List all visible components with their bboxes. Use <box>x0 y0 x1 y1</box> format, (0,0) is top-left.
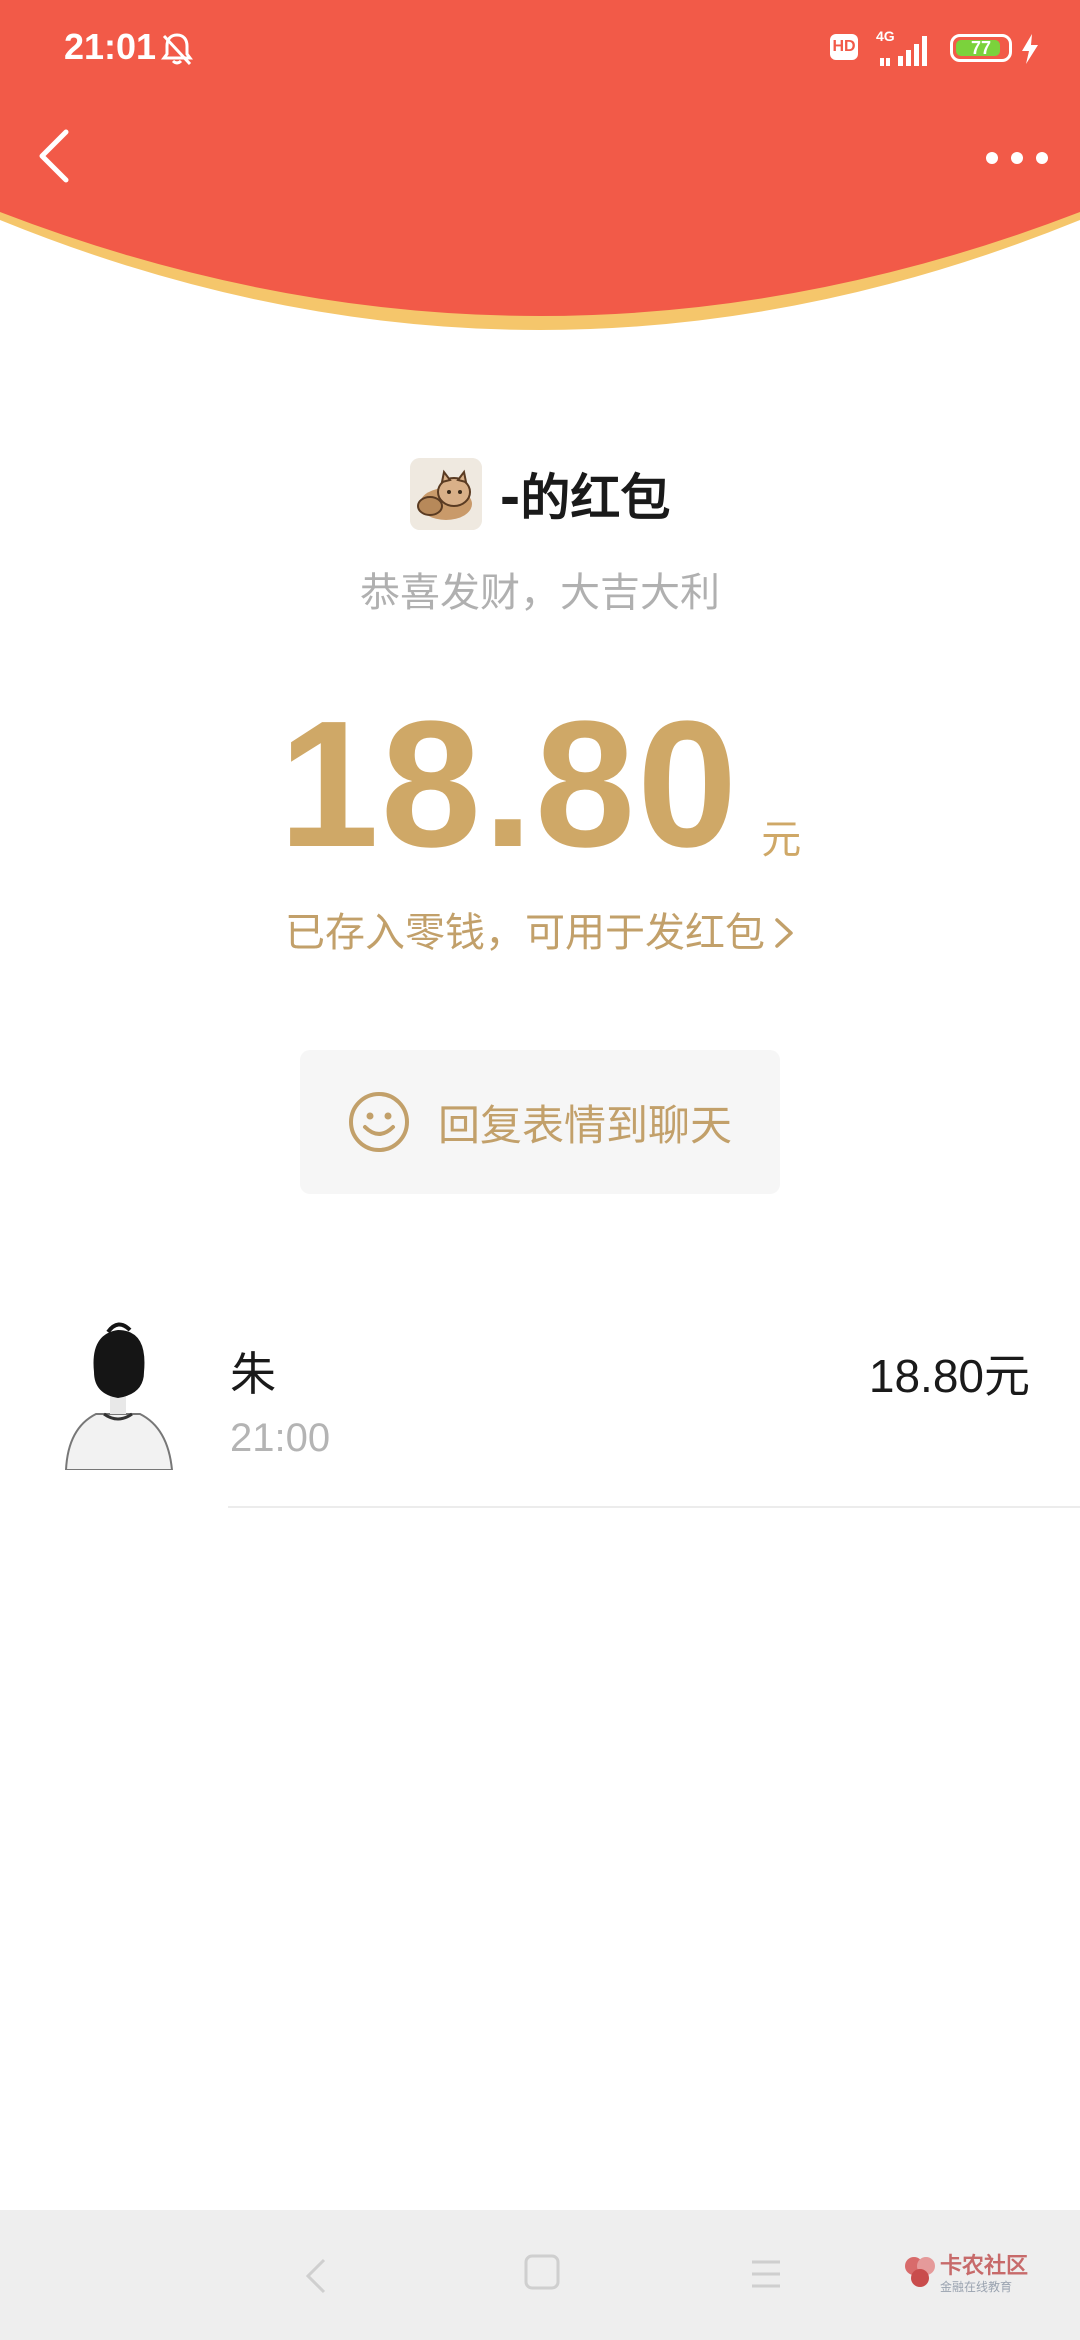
battery-level: 77 <box>970 38 992 58</box>
amount-unit: 元 <box>761 817 802 863</box>
receiver-avatar[interactable] <box>60 1320 176 1470</box>
person-sketch-avatar-icon <box>60 1320 176 1470</box>
status-time: 21:01 <box>64 26 157 67</box>
chevron-right-icon <box>775 918 793 948</box>
red-packet-detail-page: 21:01 HD 4G 77 -的红包 恭喜发财，大吉大利 18.80 元 已存… <box>0 0 1080 2340</box>
greeting-text: 恭喜发财，大吉大利 <box>360 570 720 616</box>
amount-display: 18.80 元 <box>0 684 1080 885</box>
receiver-name: 朱 <box>230 1347 276 1401</box>
list-divider <box>228 1506 1080 1508</box>
nav-menu-button[interactable] <box>746 2254 786 2294</box>
watermark-title: 卡农社区 <box>940 2254 1029 2279</box>
receiver-amount: 18.80元 <box>868 1350 1030 1402</box>
amount-value: 18.80 <box>278 684 740 885</box>
charging-bolt-icon <box>1022 34 1038 64</box>
more-button[interactable] <box>982 138 1052 178</box>
watermark-logo-icon <box>905 2257 935 2287</box>
bell-off-icon <box>161 33 193 66</box>
saved-to-wallet-link[interactable]: 已存入零钱，可用于发红包 <box>0 900 1080 958</box>
back-button[interactable] <box>28 124 80 188</box>
nav-home-button[interactable] <box>522 2252 562 2292</box>
sender-name: -的红包 <box>499 469 671 527</box>
status-bar: 21:01 HD 4G 77 <box>0 0 1080 100</box>
hd-badge: HD <box>830 34 858 60</box>
nav-back-button[interactable] <box>296 2254 336 2298</box>
sender-avatar[interactable] <box>409 458 482 530</box>
more-dots-icon <box>986 152 1048 164</box>
chevron-left-icon <box>39 129 69 183</box>
status-icons: HD 4G 77 <box>830 28 1044 72</box>
receiver-time: 21:00 <box>230 1416 331 1460</box>
reply-sticker-button[interactable]: 回复表情到聊天 <box>300 1050 780 1194</box>
reply-sticker-label: 回复表情到聊天 <box>437 1100 732 1150</box>
smile-icon <box>348 1092 409 1152</box>
sender-row: -的红包 <box>0 456 1080 532</box>
watermark-subtitle: 金融在线教育 <box>940 2280 1013 2294</box>
signal-icon: 4G <box>876 28 940 68</box>
system-nav-bar: 卡农社区 金融在线教育 <box>0 2210 1080 2340</box>
watermark: 卡农社区 金融在线教育 <box>900 2246 1040 2306</box>
saved-to-wallet-text: 已存入零钱，可用于发红包 <box>285 910 765 956</box>
receiver-row[interactable]: 朱 21:00 18.80元 <box>0 1320 1080 1510</box>
cat-avatar-icon <box>409 458 482 530</box>
battery-icon: 77 <box>950 34 1012 62</box>
